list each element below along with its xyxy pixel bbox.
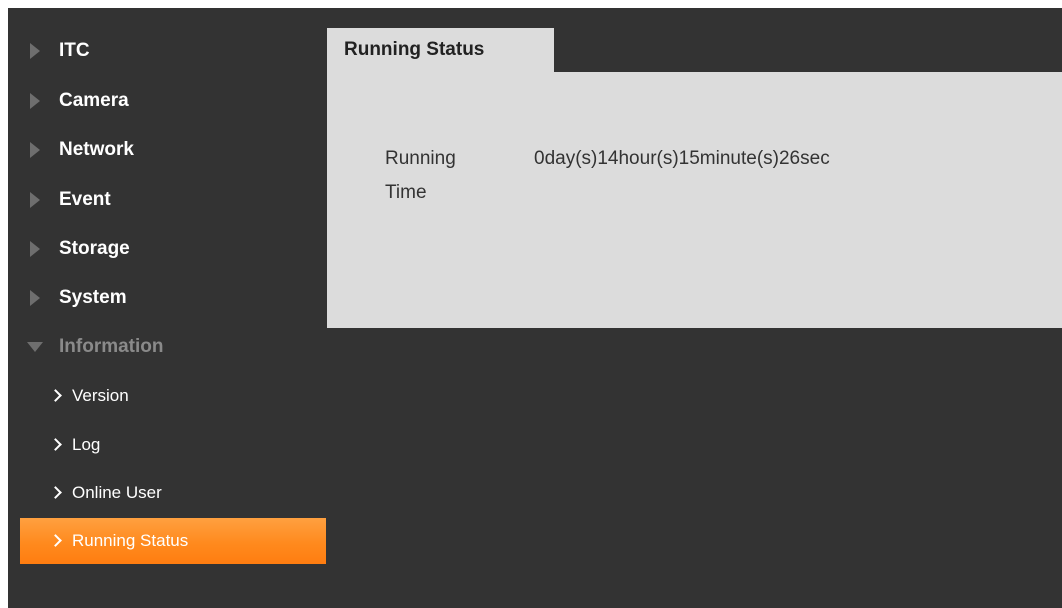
running-time-label-line1: Running (385, 148, 456, 169)
running-time-label: Running Time (385, 142, 505, 210)
sidebar-item-storage[interactable]: Storage (8, 224, 326, 274)
running-time-value: 0day(s)14hour(s)15minute(s)26sec (534, 148, 830, 169)
sidebar-subitem-label: Online User (72, 483, 162, 502)
tab-label: Running Status (344, 39, 485, 60)
sidebar-subitem-label: Version (72, 386, 129, 405)
triangle-right-icon (30, 142, 40, 158)
triangle-right-icon (30, 43, 40, 59)
triangle-right-icon (30, 290, 40, 306)
sidebar: ITC Camera Network Event Storage System … (8, 8, 326, 608)
triangle-right-icon (30, 241, 40, 257)
sidebar-item-label: Network (59, 139, 134, 160)
sidebar-item-network[interactable]: Network (8, 125, 326, 175)
tab-running-status[interactable]: Running Status (327, 28, 554, 72)
running-status-panel: Running Time 0day(s)14hour(s)15minute(s)… (327, 72, 1062, 328)
sidebar-item-label: Event (59, 189, 111, 210)
sidebar-item-label: System (59, 287, 127, 308)
sidebar-subitem-running-status[interactable]: Running Status (20, 518, 326, 564)
sidebar-item-label: Storage (59, 238, 130, 259)
sidebar-subitem-log[interactable]: Log (20, 422, 326, 468)
sidebar-item-camera[interactable]: Camera (8, 76, 326, 126)
triangle-right-icon (30, 192, 40, 208)
sidebar-subitem-version[interactable]: Version (20, 373, 326, 419)
sidebar-item-itc[interactable]: ITC (8, 26, 326, 76)
sidebar-item-label: ITC (59, 40, 90, 61)
sidebar-item-system[interactable]: System (8, 273, 326, 323)
triangle-right-icon (30, 93, 40, 109)
app-frame: ITC Camera Network Event Storage System … (8, 8, 1062, 608)
triangle-down-icon (27, 342, 43, 352)
sidebar-item-label: Camera (59, 90, 129, 111)
sidebar-item-information[interactable]: Information (8, 322, 326, 372)
sidebar-item-event[interactable]: Event (8, 175, 326, 225)
running-time-label-line2: Time (385, 182, 427, 203)
sidebar-subitem-label: Running Status (72, 531, 189, 550)
sidebar-subitem-label: Log (72, 435, 101, 454)
sidebar-item-label: Information (59, 336, 164, 357)
sidebar-subitem-online-user[interactable]: Online User (20, 470, 326, 516)
